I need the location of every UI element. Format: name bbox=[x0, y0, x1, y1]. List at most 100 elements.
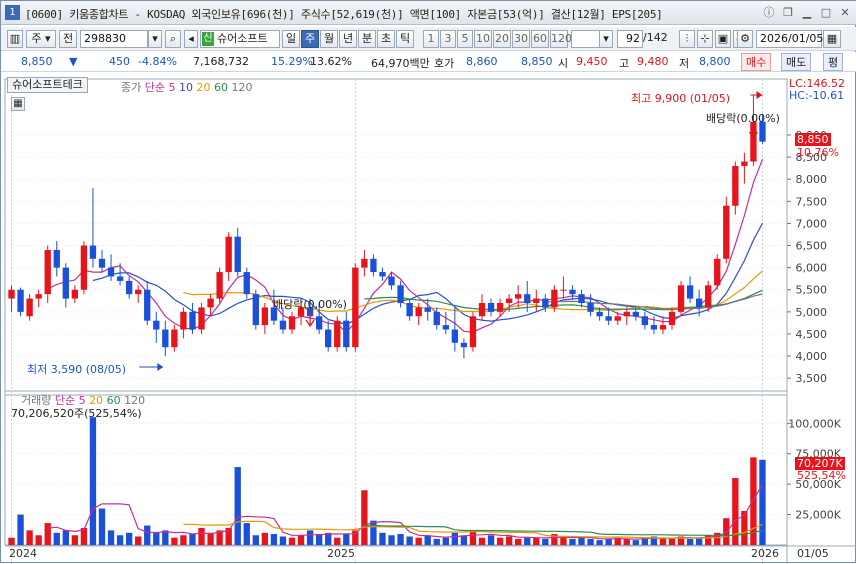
candle-body bbox=[623, 311, 630, 317]
period-tab-2[interactable]: 월 bbox=[320, 30, 338, 48]
volume-bar bbox=[297, 535, 305, 545]
candle-body bbox=[180, 311, 187, 330]
candle-body bbox=[397, 285, 404, 303]
candle-body bbox=[89, 245, 97, 259]
code-dropdown-icon[interactable]: ▾ bbox=[148, 30, 162, 48]
candle-body bbox=[153, 320, 160, 330]
period-tab-1[interactable]: 주 bbox=[301, 30, 319, 48]
volume-bar bbox=[560, 537, 567, 545]
interval-tab-7[interactable]: 120 bbox=[550, 30, 572, 48]
low-label: 저 bbox=[679, 57, 690, 70]
x-label-date: 01/05 bbox=[797, 547, 829, 560]
search-icon[interactable]: ⌕ bbox=[165, 30, 181, 48]
volume-bar bbox=[89, 417, 97, 545]
volume-bar bbox=[469, 530, 477, 545]
info-icon[interactable]: ⓘ bbox=[761, 5, 777, 21]
period-tab-3[interactable]: 년 bbox=[339, 30, 357, 48]
candle-body bbox=[334, 320, 341, 348]
volume-value: 70,206,520주(525,54%) bbox=[11, 407, 142, 420]
volume-ma60-line bbox=[364, 524, 763, 537]
candle-body bbox=[542, 298, 549, 308]
ask-label: 호가 bbox=[434, 57, 455, 70]
legend-ma60: 60 bbox=[214, 81, 228, 94]
price-tick-label: 4,500 bbox=[796, 328, 828, 341]
period-select[interactable]: 주 ▾ bbox=[26, 30, 56, 48]
price-tick-label: 7,500 bbox=[796, 195, 828, 208]
volume-bar bbox=[306, 530, 314, 545]
price-change-pct: -4.84% bbox=[138, 55, 177, 68]
candle-body bbox=[515, 294, 522, 299]
minimize-icon[interactable]: ▁ bbox=[799, 5, 815, 21]
chart-type-icon[interactable]: ▥ bbox=[7, 30, 23, 48]
prev-button[interactable]: 전 bbox=[59, 30, 77, 48]
interval-tab-6[interactable]: 60 bbox=[531, 30, 549, 48]
chart-area[interactable]: 9,0008,5008,0007,5007,0006,5006,0005,500… bbox=[1, 75, 856, 564]
period-tab-5[interactable]: 초 bbox=[377, 30, 395, 48]
restore-icon[interactable]: ❐ bbox=[780, 5, 796, 21]
empty-select-dropdown-icon[interactable]: ▾ bbox=[599, 30, 613, 48]
volume-bar bbox=[243, 523, 250, 545]
price-tick-label: 5,500 bbox=[796, 284, 828, 297]
volume-bar bbox=[144, 525, 151, 545]
stock-name: 슈어소프트 bbox=[217, 32, 268, 45]
x-label-2026: 2026 bbox=[751, 547, 779, 560]
interval-tab-2[interactable]: 5 bbox=[457, 30, 473, 48]
close-icon[interactable]: ✕ bbox=[837, 5, 853, 21]
candle-body bbox=[587, 303, 594, 312]
volume-bar bbox=[505, 536, 513, 545]
period-tab-6[interactable]: 틱 bbox=[396, 30, 414, 48]
view-total: /142 bbox=[643, 31, 668, 44]
interval-tab-5[interactable]: 30 bbox=[512, 30, 530, 48]
volume-ratio: 13.62% bbox=[310, 55, 352, 68]
candle-body bbox=[524, 294, 531, 303]
volume-ma5-line bbox=[47, 484, 764, 540]
sound-icon[interactable]: ◂ bbox=[184, 30, 198, 48]
candle-body bbox=[125, 280, 133, 295]
dividend-note-2024: 배당락(0,00%) bbox=[273, 298, 347, 311]
last-price-tag: 8,850 bbox=[795, 133, 831, 146]
quote-bar: 8,850 ▼ 450 -4.84% 7,168,732 15.29% 13.6… bbox=[1, 52, 856, 72]
average-button[interactable]: 평 bbox=[823, 53, 844, 71]
trade-volume: 7,168,732 bbox=[193, 55, 249, 68]
crosshair-icon[interactable]: ⊹ bbox=[697, 30, 713, 48]
price-tick-label: 7,000 bbox=[796, 217, 828, 230]
volume-bar bbox=[370, 520, 377, 545]
sell-button[interactable]: 매도 bbox=[781, 53, 812, 71]
period-tab-0[interactable]: 일 bbox=[282, 30, 300, 48]
buy-button[interactable]: 매수 bbox=[741, 53, 772, 71]
candle-body bbox=[144, 289, 151, 321]
save-icon[interactable]: ▣ bbox=[715, 30, 731, 48]
calendar-icon[interactable]: ▦ bbox=[823, 30, 841, 48]
volume-bar bbox=[198, 527, 205, 545]
chart-stock-tab[interactable]: 슈어소프트테크 bbox=[7, 77, 88, 93]
interval-tab-4[interactable]: 20 bbox=[493, 30, 511, 48]
candle-body bbox=[496, 303, 504, 312]
stock-name-box: 신 슈어소프트 bbox=[200, 30, 280, 48]
low-note-arrowhead bbox=[157, 363, 164, 371]
chart-canvas[interactable]: 9,0008,5008,0007,5007,0006,5006,0005,500… bbox=[1, 75, 856, 564]
legend-ma10: 10 bbox=[179, 81, 193, 94]
candle-body bbox=[379, 272, 386, 277]
candle-body bbox=[732, 165, 739, 206]
view-count-input[interactable]: 92 bbox=[617, 30, 643, 48]
interval-tab-3[interactable]: 10 bbox=[474, 30, 492, 48]
volume-bar bbox=[596, 540, 603, 545]
candle-body bbox=[641, 316, 649, 326]
candle-body bbox=[98, 258, 106, 268]
grid-icon[interactable]: ▦ bbox=[11, 97, 25, 111]
candle-body bbox=[668, 311, 676, 326]
period-tab-4[interactable]: 분 bbox=[358, 30, 376, 48]
open-label: 시 bbox=[558, 57, 569, 70]
date-input[interactable]: 2026/01/05 bbox=[756, 30, 823, 48]
last-pct-tag: 10,76% bbox=[797, 146, 839, 159]
volume-bar bbox=[352, 530, 359, 545]
stock-code-input[interactable]: 298830 bbox=[80, 30, 148, 48]
candle-body bbox=[569, 289, 576, 295]
maximize-icon[interactable]: □ bbox=[818, 5, 834, 21]
interval-tab-1[interactable]: 3 bbox=[440, 30, 456, 48]
candle-icon[interactable]: ⫶ bbox=[679, 30, 695, 48]
settings-icon[interactable]: ⚙ bbox=[737, 30, 753, 48]
candle-body bbox=[741, 161, 748, 166]
volume-bar bbox=[478, 537, 486, 545]
interval-tab-0[interactable]: 1 bbox=[423, 30, 439, 48]
